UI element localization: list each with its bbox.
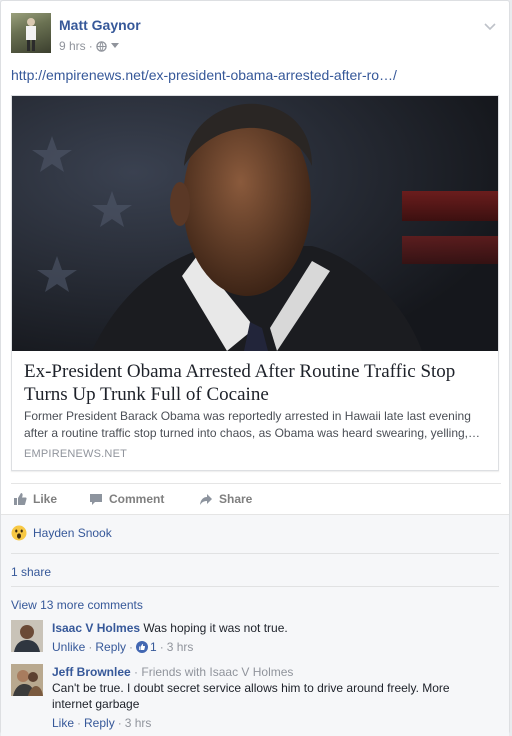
like-badge-icon <box>136 641 149 653</box>
comment-body: Jeff Brownlee · Friends with Isaac V Hol… <box>52 664 492 731</box>
divider <box>11 586 499 587</box>
comment-item: Jeff Brownlee · Friends with Isaac V Hol… <box>11 664 499 732</box>
comment-label: Comment <box>109 492 165 506</box>
link-preview[interactable]: Ex-President Obama Arrested After Routin… <box>11 95 499 471</box>
comment-actions: Unlike · Reply · 1 · 3 hrs <box>52 639 194 655</box>
globe-icon <box>95 40 107 52</box>
post-meta: 9 hrs · <box>59 39 120 53</box>
post-card: Matt Gaynor 9 hrs · http://empirenews.ne… <box>0 0 510 736</box>
like-button[interactable]: Like <box>13 492 57 506</box>
wow-icon <box>11 525 27 541</box>
article-title[interactable]: Ex-President Obama Arrested After Routin… <box>24 360 486 406</box>
share-button[interactable]: Share <box>199 492 252 506</box>
comment-bubble-icon <box>90 494 102 505</box>
post-time[interactable]: 9 hrs <box>59 39 86 53</box>
comment-time[interactable]: 3 hrs <box>167 639 194 655</box>
share-label: Share <box>219 492 253 506</box>
post-actions: Like Comment Share <box>11 483 501 513</box>
comment-text: Can't be true. I doubt secret service al… <box>52 681 450 711</box>
comment-text: Was hoping it was not true. <box>143 621 288 635</box>
comment-item: Isaac V Holmes Was hoping it was not tru… <box>11 620 499 660</box>
thumbs-up-icon <box>14 493 27 505</box>
post-header: Matt Gaynor 9 hrs · <box>11 13 501 55</box>
like-label: Like <box>33 492 58 506</box>
reply-link[interactable]: Reply <box>84 715 115 731</box>
reactor-name[interactable]: Hayden Snook <box>33 526 112 540</box>
unlike-link[interactable]: Unlike <box>52 639 85 655</box>
comment-button[interactable]: Comment <box>89 492 164 506</box>
author-avatar[interactable] <box>11 13 51 53</box>
article-image[interactable] <box>12 96 498 351</box>
share-arrow-icon <box>200 494 212 505</box>
comment-actions: Like · Reply · 3 hrs <box>52 715 152 731</box>
shared-link[interactable]: http://empirenews.net/ex-president-obama… <box>11 67 397 83</box>
reply-link[interactable]: Reply <box>95 639 126 655</box>
divider <box>11 553 499 554</box>
author-name[interactable]: Matt Gaynor <box>59 17 141 33</box>
reactions-summary[interactable]: Hayden Snook <box>11 525 112 541</box>
commenter-context: Friends with Isaac V Holmes <box>141 665 294 679</box>
share-count[interactable]: 1 share <box>11 565 51 579</box>
comment-time[interactable]: 3 hrs <box>125 715 152 731</box>
person-photo-icon <box>26 18 36 51</box>
commenter-avatar[interactable] <box>11 620 43 652</box>
view-more-comments[interactable]: View 13 more comments <box>11 598 143 612</box>
commenter-avatar[interactable] <box>11 664 43 696</box>
commenter-name[interactable]: Jeff Brownlee <box>52 665 131 679</box>
commenter-name[interactable]: Isaac V Holmes <box>52 621 140 635</box>
article-source: EMPIRENEWS.NET <box>24 448 128 460</box>
comment-like-count[interactable]: 1 <box>136 639 157 655</box>
article-description: Former President Barack Obama was report… <box>24 409 481 440</box>
separator-dot: · <box>88 39 93 53</box>
chevron-down-icon[interactable] <box>483 19 497 33</box>
comment-body: Isaac V Holmes Was hoping it was not tru… <box>52 620 492 655</box>
like-link[interactable]: Like <box>52 715 74 731</box>
audience-dropdown-icon[interactable] <box>110 42 120 50</box>
feedback-section: Hayden Snook 1 share View 13 more commen… <box>1 514 509 736</box>
portrait-photo <box>12 96 498 351</box>
